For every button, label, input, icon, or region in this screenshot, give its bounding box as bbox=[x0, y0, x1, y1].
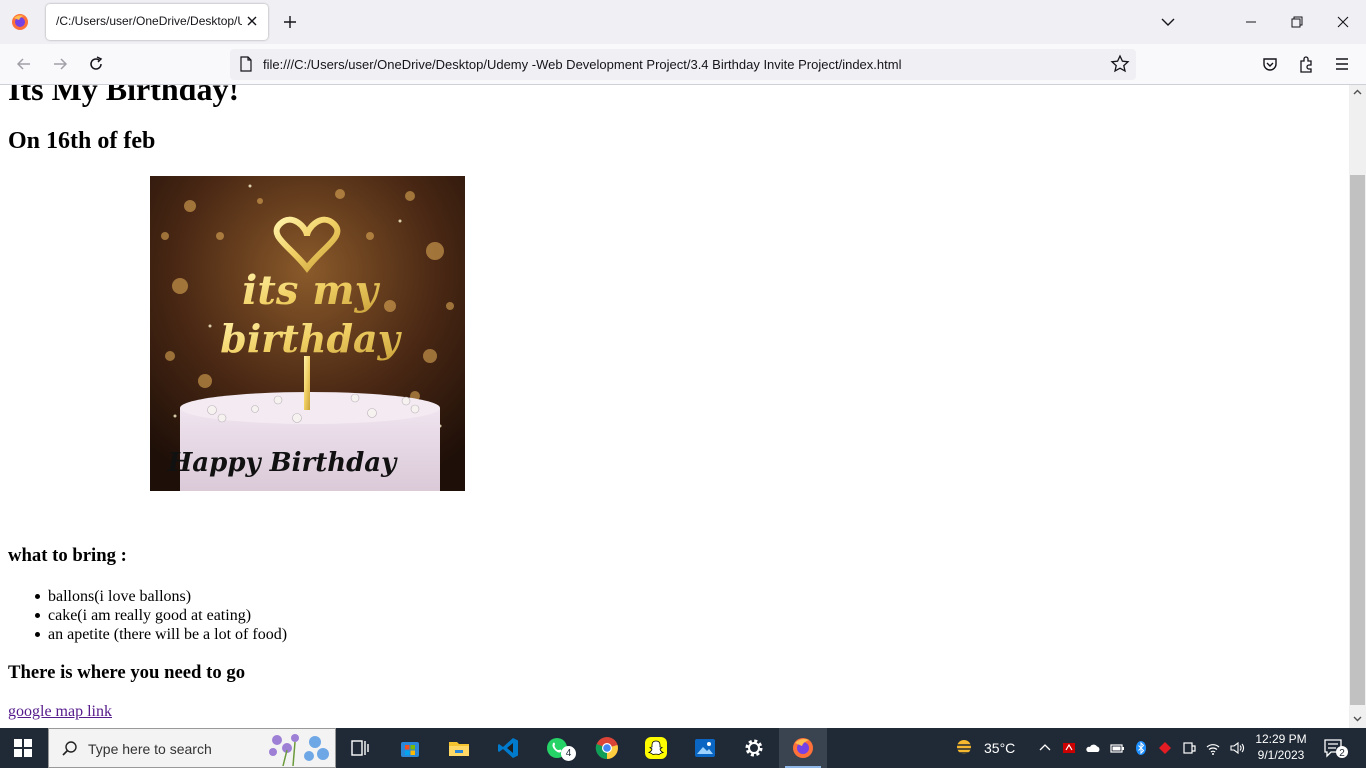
reload-icon[interactable] bbox=[86, 54, 106, 74]
menu-icon[interactable] bbox=[1332, 54, 1352, 74]
back-icon[interactable] bbox=[14, 54, 34, 74]
weather-temperature[interactable]: 35°C bbox=[984, 740, 1015, 756]
page-title: Its My Birthday! bbox=[8, 85, 240, 107]
vscode-icon bbox=[498, 738, 518, 758]
gear-icon bbox=[745, 739, 763, 757]
chevron-up-icon[interactable] bbox=[1037, 740, 1053, 756]
birthday-cake-image: its my birthday Happy Birthday bbox=[150, 176, 465, 491]
location-heading: There is where you need to go bbox=[8, 662, 246, 683]
notification-center-icon[interactable]: 2 bbox=[1323, 737, 1349, 759]
notification-count: 2 bbox=[1339, 748, 1345, 759]
topper-text-line2: birthday bbox=[220, 316, 402, 361]
pdf-icon[interactable] bbox=[1061, 740, 1077, 756]
active-tab[interactable]: /C:/Users/user/OneDrive/Desktop/Udemy -W… bbox=[46, 4, 268, 40]
url-text[interactable]: file:///C:/Users/user/OneDrive/Desktop/U… bbox=[263, 57, 901, 72]
windows-taskbar: Type here to search 4 35°C 12:29 PM 9/1/… bbox=[0, 728, 1366, 768]
system-clock[interactable]: 12:29 PM 9/1/2023 bbox=[1250, 731, 1312, 763]
scroll-down-icon[interactable] bbox=[1352, 713, 1363, 724]
firefox-taskbar-button[interactable] bbox=[779, 728, 827, 768]
battery-icon[interactable] bbox=[1109, 740, 1125, 756]
address-bar[interactable]: file:///C:/Users/user/OneDrive/Desktop/U… bbox=[230, 49, 1136, 80]
cake-text: Happy Birthday bbox=[167, 448, 398, 478]
microsoft-store-icon bbox=[401, 742, 419, 757]
firefox-icon bbox=[793, 738, 813, 758]
tab-title: /C:/Users/user/OneDrive/Desktop/Udemy -W… bbox=[56, 14, 242, 28]
firefox-icon[interactable] bbox=[10, 12, 30, 32]
close-window-icon[interactable] bbox=[1333, 12, 1353, 32]
file-explorer-button[interactable] bbox=[435, 728, 483, 768]
page-icon bbox=[240, 56, 252, 72]
forward-icon[interactable] bbox=[50, 54, 70, 74]
page-scrollbar[interactable] bbox=[1349, 85, 1366, 728]
bookmark-star-icon[interactable] bbox=[1110, 54, 1130, 74]
photos-icon bbox=[695, 739, 715, 757]
what-to-bring-heading: what to bring : bbox=[8, 545, 127, 566]
display-icon[interactable] bbox=[1181, 740, 1197, 756]
whatsapp-badge: 4 bbox=[561, 746, 576, 761]
volume-icon[interactable] bbox=[1229, 740, 1245, 756]
folder-icon bbox=[449, 742, 469, 756]
wifi-icon[interactable] bbox=[1205, 740, 1221, 756]
flowers-highlight-icon bbox=[269, 734, 329, 767]
browser-tab-strip: /C:/Users/user/OneDrive/Desktop/Udemy -W… bbox=[0, 0, 1366, 44]
bluetooth-icon[interactable] bbox=[1133, 740, 1149, 756]
new-tab-icon[interactable] bbox=[280, 12, 300, 32]
list-item: cake(i am really good at eating) bbox=[34, 606, 287, 625]
windows-start-icon[interactable] bbox=[14, 739, 32, 757]
antivirus-icon[interactable] bbox=[1157, 740, 1173, 756]
chrome-icon bbox=[595, 737, 618, 760]
list-item: an apetite (there will be a lot of food) bbox=[34, 626, 288, 643]
microsoft-store-button[interactable] bbox=[386, 728, 434, 768]
task-view-icon bbox=[351, 740, 369, 756]
search-icon bbox=[62, 741, 77, 756]
list-item: ballons(i love ballons) bbox=[34, 587, 287, 606]
settings-button[interactable] bbox=[730, 728, 778, 768]
whatsapp-button[interactable]: 4 bbox=[533, 728, 581, 768]
vscode-button[interactable] bbox=[484, 728, 532, 768]
google-map-link[interactable]: google map link bbox=[8, 703, 112, 721]
snapchat-button[interactable] bbox=[632, 728, 680, 768]
pocket-icon[interactable] bbox=[1260, 54, 1280, 74]
topper-text-line1: its my bbox=[242, 267, 380, 314]
chrome-button[interactable] bbox=[583, 728, 631, 768]
onedrive-cloud-icon[interactable] bbox=[1085, 740, 1101, 756]
search-placeholder: Type here to search bbox=[88, 741, 212, 757]
navigation-toolbar: file:///C:/Users/user/OneDrive/Desktop/U… bbox=[0, 44, 1366, 85]
restore-icon[interactable] bbox=[1287, 12, 1307, 32]
clock-date: 9/1/2023 bbox=[1257, 748, 1305, 762]
chevron-down-icon[interactable] bbox=[1158, 12, 1178, 32]
extensions-icon[interactable] bbox=[1296, 54, 1316, 74]
scroll-up-icon[interactable] bbox=[1352, 87, 1363, 98]
taskbar-search-box[interactable]: Type here to search bbox=[48, 728, 336, 768]
photos-button[interactable] bbox=[681, 728, 729, 768]
weather-haze-icon[interactable] bbox=[952, 737, 976, 759]
clock-time: 12:29 PM bbox=[1255, 732, 1307, 746]
date-heading: On 16th of feb bbox=[8, 128, 156, 154]
close-tab-icon[interactable] bbox=[244, 13, 260, 29]
bring-list: ballons(i love ballons) cake(i am really… bbox=[34, 587, 288, 644]
task-view-button[interactable] bbox=[336, 728, 384, 768]
minimize-icon[interactable] bbox=[1241, 12, 1261, 32]
scrollbar-thumb[interactable] bbox=[1350, 175, 1365, 705]
page-viewport: Its My Birthday! On 16th of feb its my b… bbox=[0, 85, 1349, 728]
snapchat-icon bbox=[645, 737, 667, 759]
